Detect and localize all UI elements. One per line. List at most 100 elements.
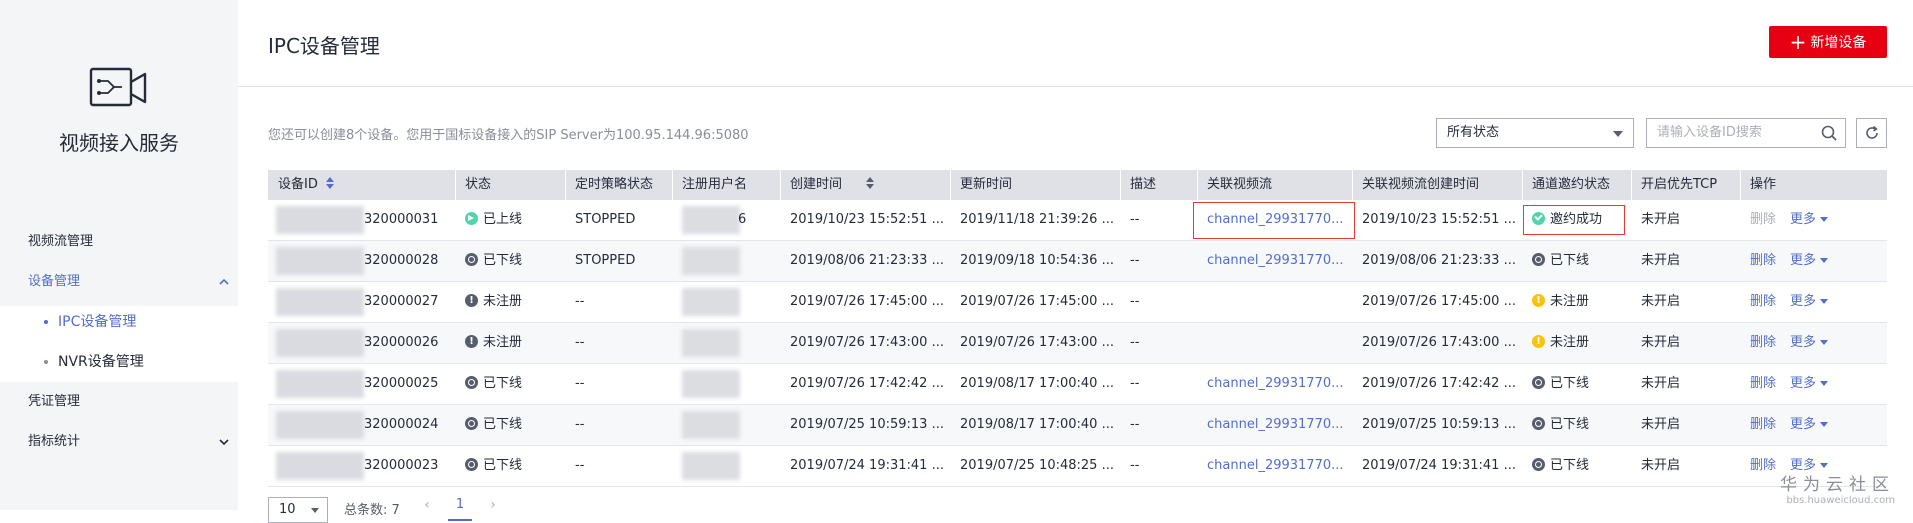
sidebar-item-stream-management[interactable]: 视频流管理 [28, 232, 93, 252]
table-row: 320000025 已下线 -- 2019/07/26 17:42:42 ... 201… [268, 364, 1887, 405]
delete-link[interactable]: 删除 [1750, 376, 1776, 391]
more-label: 更多 [1790, 212, 1817, 227]
cell-device-id: 320000024 [268, 405, 455, 445]
caret-down-icon [1820, 381, 1829, 386]
invite-status-text: 已下线 [1550, 417, 1590, 432]
redacted-device-id [276, 206, 364, 234]
column-header-device-id[interactable]: 设备ID [268, 170, 455, 200]
prev-page-button[interactable]: ‹ [416, 497, 438, 519]
more-dropdown[interactable]: 更多 [1790, 212, 1829, 227]
highlight-box-invite [1523, 205, 1625, 235]
service-title: 视频接入服务 [59, 131, 179, 155]
cell-tcp-priority: 未开启 [1641, 212, 1681, 227]
cell-username [672, 323, 780, 363]
cell-created-time: 2019/07/26 17:45:00 ... [790, 294, 944, 309]
refresh-icon [1866, 125, 1878, 139]
add-device-button[interactable]: + 新增设备 [1769, 26, 1887, 58]
device-search-input[interactable] [1657, 125, 1817, 140]
delete-link[interactable]: 删除 [1750, 458, 1776, 473]
cell-created-time: 2019/07/26 17:42:42 ... [790, 376, 944, 391]
redacted-device-id [276, 411, 364, 439]
cell-username [672, 282, 780, 322]
search-icon[interactable] [1821, 125, 1837, 141]
cell-policy-status: -- [575, 417, 585, 432]
offline-status-icon [465, 458, 478, 471]
refresh-button[interactable] [1856, 118, 1887, 148]
cell-policy-status: -- [575, 294, 585, 309]
cell-tcp-priority: 未开启 [1641, 335, 1681, 350]
cell-stream-created-time: 2019/07/25 10:59:13 ... [1362, 417, 1516, 432]
device-id-text: 320000027 [364, 294, 439, 309]
cell-created-time: 2019/08/06 21:23:33 ... [790, 253, 944, 268]
cell-stream-link[interactable]: channel_29931770... [1197, 364, 1352, 404]
sort-icon[interactable] [866, 177, 875, 189]
cell-tcp-priority: 未开启 [1641, 253, 1681, 268]
cell-updated-time: 2019/07/26 17:43:00 ... [960, 335, 1114, 350]
next-page-button[interactable]: › [482, 497, 504, 519]
cell-stream-link[interactable]: channel_29931770... [1197, 446, 1352, 486]
cell-status: 已上线 [455, 200, 565, 240]
cell-username: 6 [672, 200, 780, 240]
device-id-text: 320000025 [364, 376, 439, 391]
cell-actions: 删除 更多 [1740, 405, 1887, 445]
cell-tcp-priority: 未开启 [1641, 294, 1681, 309]
caret-down-icon [1820, 340, 1829, 345]
plus-icon: + [1789, 30, 1807, 54]
status-filter-select[interactable]: 所有状态 [1436, 118, 1634, 148]
device-search-box[interactable] [1646, 118, 1846, 148]
table-row: 320000028 已下线 STOPPED 2019/08/06 21:23:33 .… [268, 241, 1887, 282]
more-dropdown[interactable]: 更多 [1790, 253, 1829, 268]
more-dropdown[interactable]: 更多 [1790, 294, 1829, 309]
cell-status: 已下线 [455, 241, 565, 281]
caret-down-icon [1820, 258, 1829, 263]
more-dropdown[interactable]: 更多 [1790, 376, 1829, 391]
cell-invite-status: 已下线 [1522, 241, 1631, 281]
table-row: 320000026 未注册 -- 2019/07/26 17:43:00 ... 201… [268, 323, 1887, 364]
sort-icon[interactable] [325, 177, 334, 189]
redacted-username [682, 452, 740, 480]
sidebar: 视频接入服务 视频流管理 设备管理 IPC设备管理 NVR设备管理 凭证管理 指… [0, 0, 238, 510]
quota-tip: 您还可以创建8个设备。您用于国标设备接入的SIP Server为100.95.1… [268, 128, 749, 143]
cell-username [672, 364, 780, 404]
delete-link[interactable]: 删除 [1750, 253, 1776, 268]
sidebar-item-metrics[interactable]: 指标统计 [28, 432, 229, 452]
sidebar-item-credentials[interactable]: 凭证管理 [28, 392, 80, 412]
device-id-text: 320000023 [364, 458, 439, 473]
cell-stream-created-time: 2019/07/24 19:31:41 ... [1362, 458, 1516, 473]
column-header-created[interactable]: 创建时间 [780, 170, 950, 200]
cell-description: -- [1130, 335, 1140, 350]
sidebar-item-device-management[interactable]: 设备管理 [28, 272, 229, 292]
cell-status: 未注册 [455, 323, 565, 363]
device-id-text: 320000026 [364, 335, 439, 350]
cell-stream-link[interactable]: channel_29931770... [1197, 241, 1352, 281]
sidebar-item-ipc-devices[interactable]: IPC设备管理 [44, 312, 136, 332]
status-text: 未注册 [483, 335, 523, 350]
watermark-title: 华为云社区 [1780, 475, 1895, 495]
sidebar-item-nvr-devices[interactable]: NVR设备管理 [44, 352, 144, 372]
more-dropdown[interactable]: 更多 [1790, 335, 1829, 350]
delete-link[interactable]: 删除 [1750, 294, 1776, 309]
delete-link[interactable]: 删除 [1750, 417, 1776, 432]
cell-tcp-priority: 未开启 [1641, 417, 1681, 432]
status-filter-value: 所有状态 [1447, 125, 1500, 140]
caret-down-icon [1820, 463, 1829, 468]
status-text: 已下线 [483, 376, 523, 391]
delete-link[interactable]: 删除 [1750, 335, 1776, 350]
watermark-url: bbs.huaweicloud.com [1786, 495, 1895, 506]
page-size-select[interactable]: 10 [268, 497, 328, 523]
more-label: 更多 [1790, 335, 1817, 350]
cell-description: -- [1130, 417, 1140, 432]
cell-description: -- [1130, 212, 1140, 227]
sidebar-item-label: IPC设备管理 [58, 314, 137, 330]
caret-down-icon [1820, 299, 1829, 304]
username-text: 6 [738, 212, 747, 227]
cell-actions: 删除 更多 [1740, 241, 1887, 281]
table-row: 320000027 未注册 -- 2019/07/26 17:45:00 ... 201… [268, 282, 1887, 323]
cell-stream-link[interactable]: channel_29931770... [1197, 405, 1352, 445]
status-text: 已下线 [483, 417, 523, 432]
column-header-status: 状态 [465, 177, 492, 192]
more-dropdown[interactable]: 更多 [1790, 417, 1829, 432]
page-number-current[interactable]: 1 [448, 497, 472, 521]
cell-policy-status: -- [575, 458, 585, 473]
cell-updated-time: 2019/08/17 17:00:40 ... [960, 417, 1114, 432]
